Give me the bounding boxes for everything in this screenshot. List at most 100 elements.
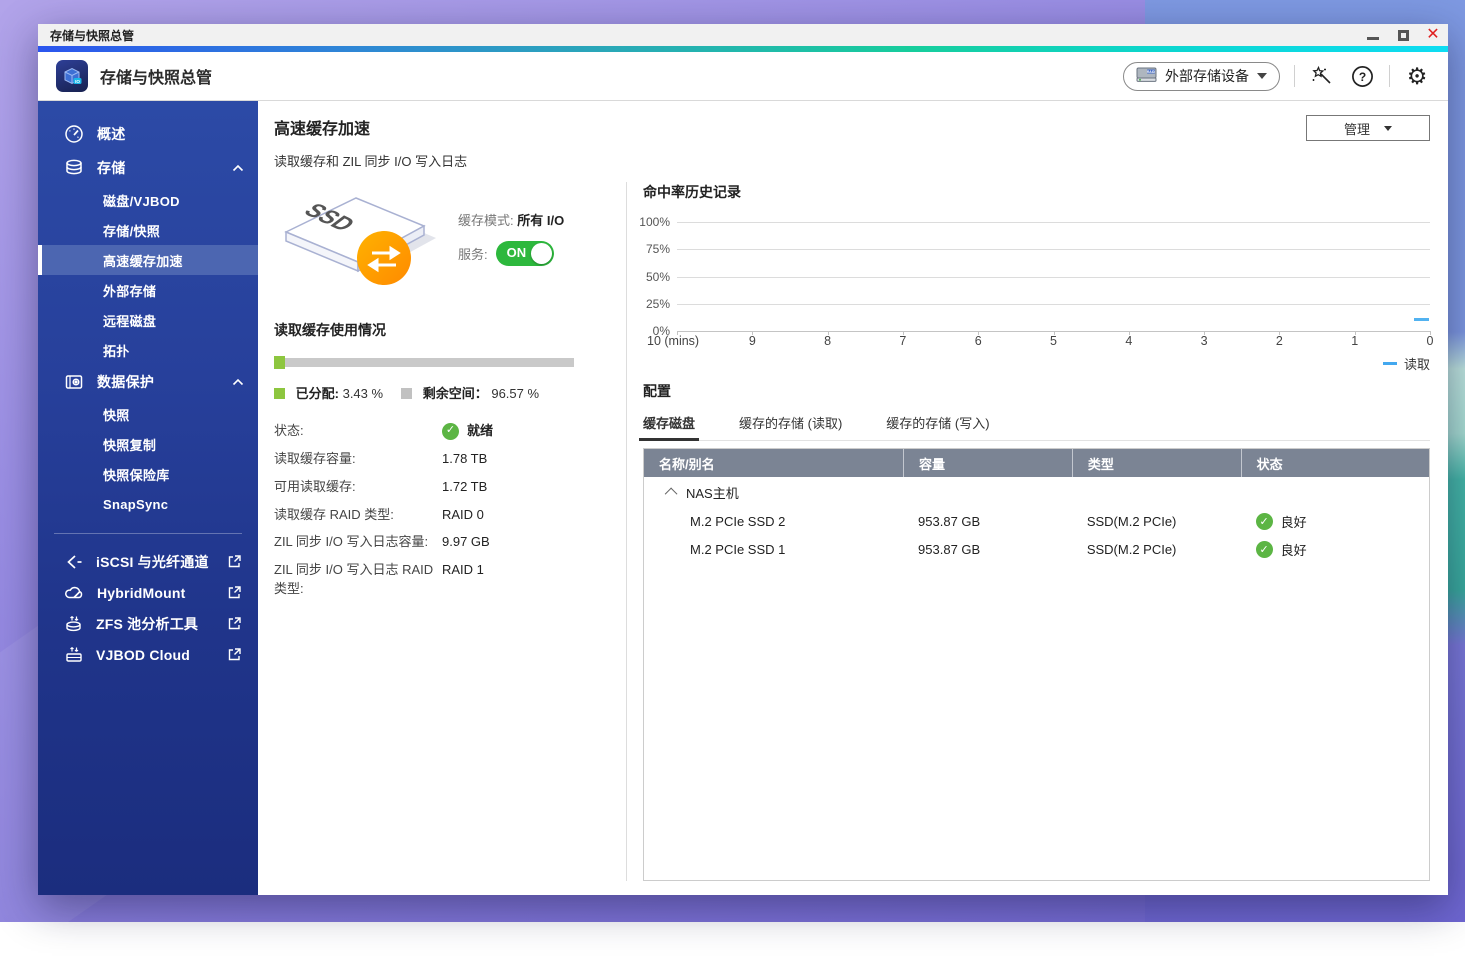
x-tick-label: 0 (1427, 334, 1434, 348)
gauge-icon (64, 124, 84, 144)
sidebar-group-storage[interactable]: 存储 (38, 151, 258, 185)
svg-text:IO: IO (75, 79, 80, 84)
detail-value: 1.78 TB (442, 450, 612, 469)
y-tick-label: 75% (646, 242, 670, 256)
detail-label: ZIL 同步 I/O 写入日志 RAID 类型: (274, 561, 442, 599)
page-subtitle: 读取缓存和 ZIL 同步 I/O 写入日志 (274, 151, 1430, 170)
free-legend: 剩余空间： 96.57 % (401, 383, 539, 402)
config-section-title: 配置 (643, 381, 1430, 401)
tab-cached-storage-read[interactable]: 缓存的存储 (读取) (739, 413, 842, 440)
external-storage-device-button[interactable]: RAID 外部存储设备 (1123, 62, 1280, 91)
header-separator (1389, 65, 1390, 87)
column-header-name: 名称/别名 (644, 449, 903, 477)
detail-label: 可用读取缓存: (274, 478, 442, 497)
table-row[interactable]: M.2 PCIe SSD 2 953.87 GB SSD(M.2 PCIe) 良… (644, 507, 1429, 535)
detail-value: 1.72 TB (442, 478, 612, 497)
svg-text:?: ? (1358, 70, 1365, 84)
x-tick-label: 6 (975, 334, 982, 348)
maximize-button[interactable] (1396, 28, 1410, 42)
settings-gear-icon[interactable]: ⚙ (1404, 63, 1430, 89)
sidebar-item-remote-disk[interactable]: 远程磁盘 (38, 305, 258, 335)
toggle-on-label: ON (507, 245, 527, 260)
sidebar-item-snapshot-vault[interactable]: 快照保险库 (38, 459, 258, 489)
window-title: 存储与快照总管 (50, 27, 1366, 44)
table-row[interactable]: M.2 PCIe SSD 1 953.87 GB SSD(M.2 PCIe) 良… (644, 535, 1429, 563)
detail-label: 读取缓存 RAID 类型: (274, 506, 442, 525)
free-swatch-icon (401, 388, 412, 399)
detail-value: 9.97 GB (442, 533, 612, 552)
service-toggle[interactable]: ON (496, 241, 554, 266)
external-link-icon (227, 554, 242, 569)
wizard-wand-icon[interactable] (1309, 63, 1335, 89)
sidebar-item-storage-snapshots[interactable]: 存储/快照 (38, 215, 258, 245)
detail-label: ZIL 同步 I/O 写入日志容量: (274, 533, 442, 552)
cache-mode-row: 缓存模式: 所有 I/O (458, 210, 564, 229)
app-icon: IO (56, 60, 88, 92)
help-icon[interactable]: ? (1349, 63, 1375, 89)
sidebar-item-disks-vjbod[interactable]: 磁盘/VJBOD (38, 185, 258, 215)
x-tick-label: 8 (824, 334, 831, 348)
cache-usage-bar (274, 358, 574, 367)
read-series-datapoint (1414, 318, 1429, 321)
usage-section-title: 读取缓存使用情况 (274, 320, 612, 340)
tab-label: 缓存的存储 (写入) (886, 416, 989, 431)
sidebar-item-topology[interactable]: 拓扑 (38, 335, 258, 365)
chevron-down-icon (1257, 73, 1267, 79)
window-controls: ✕ (1366, 28, 1440, 42)
manage-button-label: 管理 (1344, 119, 1370, 138)
y-tick-label: 50% (646, 270, 670, 284)
x-tick-label: 2 (1276, 334, 1283, 348)
titlebar: 存储与快照总管 ✕ (38, 24, 1448, 46)
cache-mode-value: 所有 I/O (517, 213, 564, 228)
sidebar-link-label: VJBOD Cloud (96, 647, 215, 663)
sidebar-item-snapsync[interactable]: SnapSync (38, 489, 258, 519)
iscsi-icon (64, 552, 84, 572)
sidebar-link-iscsi[interactable]: iSCSI 与光纤通道 (38, 546, 258, 577)
status-value: 就绪 (442, 422, 612, 441)
drive-icon: RAID (1136, 67, 1157, 86)
cloud-icon (64, 583, 85, 603)
tab-label: 缓存磁盘 (643, 416, 695, 431)
sidebar-item-overview[interactable]: 概述 (38, 117, 258, 151)
sidebar-link-zfs-analyzer[interactable]: ZFS 池分析工具 (38, 608, 258, 639)
y-tick-label: 100% (639, 215, 670, 229)
manage-button[interactable]: 管理 (1306, 115, 1430, 141)
sidebar-link-vjbod-cloud[interactable]: VJBOD Cloud (38, 639, 258, 670)
column-header-status: 状态 (1241, 449, 1429, 477)
disk-type: SSD(M.2 PCIe) (1072, 514, 1241, 529)
disk-capacity: 953.87 GB (903, 514, 1072, 529)
close-button[interactable]: ✕ (1426, 28, 1440, 42)
ssd-illustration: SSD (274, 182, 444, 294)
tab-cached-storage-write[interactable]: 缓存的存储 (写入) (886, 413, 989, 440)
sidebar-group-data-protection[interactable]: 数据保护 (38, 365, 258, 399)
toggle-knob (531, 243, 552, 264)
status-ok-icon (442, 423, 459, 440)
external-link-icon (227, 616, 242, 631)
sidebar-item-cache-acceleration[interactable]: 高速缓存加速 (38, 245, 258, 275)
table-group-nas-host[interactable]: NAS主机 (644, 477, 1429, 507)
sidebar-item-snapshot-replica[interactable]: 快照复制 (38, 429, 258, 459)
minimize-button[interactable] (1366, 28, 1380, 42)
column-header-type: 类型 (1072, 449, 1241, 477)
sidebar-item-snapshots[interactable]: 快照 (38, 399, 258, 429)
chart-config-panel: 命中率历史记录 100% 75% 50% 25% 0% (626, 182, 1430, 881)
cache-usage-allocated-segment (274, 356, 285, 369)
app-title: 存储与快照总管 (100, 64, 1123, 88)
sidebar-link-hybridmount[interactable]: HybridMount (38, 577, 258, 608)
sidebar-item-external-storage[interactable]: 外部存储 (38, 275, 258, 305)
page-title: 高速缓存加速 (274, 115, 370, 139)
status-label: 良好 (1281, 512, 1307, 531)
read-series-swatch-icon (1383, 362, 1397, 365)
usage-legend: 已分配: 3.43 % 剩余空间： 96.57 % (274, 383, 612, 402)
detail-value: RAID 0 (442, 506, 612, 525)
detail-label: 读取缓存容量: (274, 450, 442, 469)
detail-value: 就绪 (467, 422, 493, 441)
external-link-icon (227, 585, 242, 600)
allocated-value: 3.43 % (343, 386, 383, 401)
hit-rate-chart: 100% 75% 50% 25% 0% (643, 222, 1430, 373)
tab-cache-disks[interactable]: 缓存磁盘 (643, 413, 695, 440)
sidebar-item-label: 快照保险库 (103, 465, 170, 484)
table-header: 名称/别名 容量 类型 状态 (644, 449, 1429, 477)
y-tick-label: 25% (646, 297, 670, 311)
sidebar-link-label: iSCSI 与光纤通道 (96, 552, 215, 572)
